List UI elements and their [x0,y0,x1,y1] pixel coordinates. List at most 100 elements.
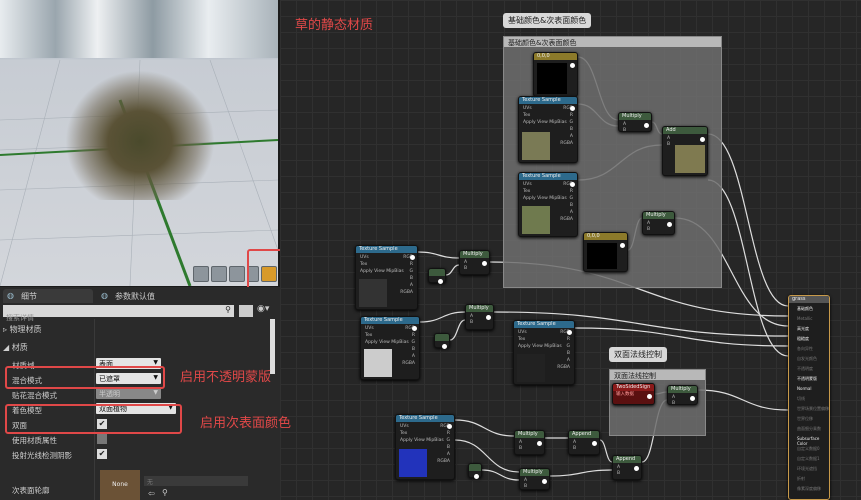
output-pin-dot[interactable] [410,255,415,260]
texture-sample-node[interactable]: Texture Sample UVs Tex Apply View MipBias RG… [518,96,578,163]
property-checkbox[interactable] [97,434,107,444]
tab-parameter-defaults[interactable]: 参数默认值 [97,289,187,303]
output-pin-dot[interactable] [442,344,447,349]
material-input-pin[interactable]: 高光度 [797,326,809,332]
output-pin-dot[interactable] [486,315,491,320]
math-node[interactable]: Multiply A B [459,250,490,275]
input-pin[interactable]: A [667,136,670,141]
output-pin[interactable]: G [570,120,574,125]
input-pin[interactable]: UVs [365,326,374,331]
output-pin-dot[interactable] [537,441,542,446]
subsurface-profile-thumbnail[interactable]: None [100,470,140,500]
section-physical-material[interactable]: ▹ 物理材质 [0,321,270,335]
output-pin[interactable]: RGBA [557,365,570,370]
material-input-pin[interactable]: 自发光颜色 [797,356,817,362]
sign-node[interactable]: TwoSidedSign 输入数据 [612,383,655,405]
input-pin[interactable]: Tex [365,333,372,338]
output-pin[interactable]: RGBA [437,459,450,464]
output-pin-dot[interactable] [592,441,597,446]
browse-search-icon[interactable]: ⚲ [162,488,168,497]
material-input-pin[interactable]: 不透明度 [797,366,813,372]
input-pin[interactable]: A [617,465,620,470]
input-pin[interactable]: Tex [523,113,530,118]
output-pin[interactable]: B [567,351,570,356]
input-pin[interactable]: Apply View MipBias [400,438,444,443]
input-pin[interactable]: Apply View MipBias [518,344,562,349]
input-pin[interactable]: Apply View MipBias [365,340,409,345]
output-pin-dot[interactable] [644,123,649,128]
output-pin[interactable]: R [410,262,413,267]
output-pin[interactable]: B [410,276,413,281]
output-pin-dot[interactable] [634,466,639,471]
output-pin[interactable]: G [410,269,414,274]
material-input-pin[interactable]: 自定义数据1 [797,456,820,462]
material-input-pin[interactable]: 各向异性 [797,346,813,352]
output-pin[interactable]: R [570,113,573,118]
subsurface-profile-dropdown[interactable]: 无 [144,476,248,486]
search-details-input[interactable]: 搜索详情 ⚲ [3,305,234,322]
material-input-pin[interactable]: 粗糙度 [797,336,809,342]
output-pin-dot[interactable] [438,279,443,284]
math-node[interactable]: Append A B [568,430,600,455]
output-pin[interactable]: R [567,337,570,342]
texture-sample-node[interactable]: Texture Sample UVs Tex Apply View MipBias RG… [355,245,418,310]
output-pin[interactable]: RGBA [560,217,573,222]
input-pin[interactable]: B [667,142,670,147]
use-selected-arrow-icon[interactable]: ⇦ [148,489,155,498]
comment-bubble-basecolor[interactable]: 基础颜色&次表面颜色 [503,13,592,28]
output-pin-dot[interactable] [647,394,652,399]
material-output-node[interactable]: grass 基础颜色 Metallic 高光度 粗糙度 各向异性 自发光颜色 不透明度 不透明… [788,295,830,500]
texture-sample-node[interactable]: Texture Sample UVs Tex Apply View MipBias RG… [518,172,578,237]
math-node[interactable]: Add A B [662,126,708,176]
output-pin[interactable]: R [447,431,450,436]
output-pin[interactable]: R [412,333,415,338]
input-pin[interactable]: UVs [360,255,369,260]
math-node[interactable]: Multiply A B [667,385,698,406]
texture-sample-node[interactable]: Texture Sample UVs Tex Apply View MipBias RG… [513,320,575,385]
input-pin[interactable]: Apply View MipBias [360,269,404,274]
output-pin[interactable]: RGBA [402,361,415,366]
eye-visibility-icon[interactable]: ◉▾ [257,304,269,314]
input-pin[interactable]: A [519,440,522,445]
output-pin[interactable]: G [447,438,451,443]
material-input-pin[interactable]: 环境光遮挡 [797,466,817,472]
input-pin[interactable]: UVs [523,182,532,187]
material-input-pin[interactable]: Subsurface Color [797,436,829,446]
input-pin[interactable]: Apply View MipBias [523,196,567,201]
output-pin[interactable]: A [410,283,413,288]
texture-sample-node[interactable]: Texture Sample UVs Tex Apply View MipBias RG… [360,316,420,380]
output-pin-dot[interactable] [570,182,575,187]
output-pin-dot[interactable] [700,137,705,142]
comment-bubble-twosided[interactable]: 双面法线控制 [609,347,667,362]
input-pin[interactable]: UVs [518,330,527,335]
section-material[interactable]: ◢ 材质 [0,339,270,353]
output-pin-dot[interactable] [620,243,625,248]
math-node[interactable]: Append A B [612,455,642,480]
output-pin[interactable]: B [570,203,573,208]
material-input-pin[interactable]: 曲面细分乘数 [797,426,821,432]
material-input-pin[interactable]: 不透明蒙版 [797,376,817,382]
material-input-pin[interactable]: Normal [797,386,811,391]
output-pin[interactable]: G [570,196,574,201]
output-pin-dot[interactable] [412,326,417,331]
const-node[interactable]: 0,0,0 [583,232,628,272]
tab-details[interactable]: 细节 [3,289,93,303]
input-pin[interactable]: Tex [518,337,525,342]
property-checkbox[interactable]: ✔ [97,449,107,459]
material-input-pin[interactable]: 切线 [797,396,805,402]
input-pin[interactable]: A [573,440,576,445]
small-node[interactable] [434,333,450,349]
material-input-pin[interactable]: 折射 [797,476,805,482]
input-pin[interactable]: B [464,266,467,271]
output-pin-dot[interactable] [570,106,575,111]
output-pin-dot[interactable] [567,330,572,335]
input-pin[interactable]: B [519,446,522,451]
output-pin[interactable]: R [570,189,573,194]
output-pin-dot[interactable] [690,396,695,401]
input-pin[interactable]: B [617,471,620,476]
material-input-pin[interactable]: 基础颜色 [797,306,813,312]
property-dropdown[interactable]: 半透明 [96,388,161,399]
math-node[interactable]: Multiply A B [465,304,494,330]
const-node[interactable]: 0,0,0 [533,52,578,97]
output-pin[interactable]: A [447,452,450,457]
